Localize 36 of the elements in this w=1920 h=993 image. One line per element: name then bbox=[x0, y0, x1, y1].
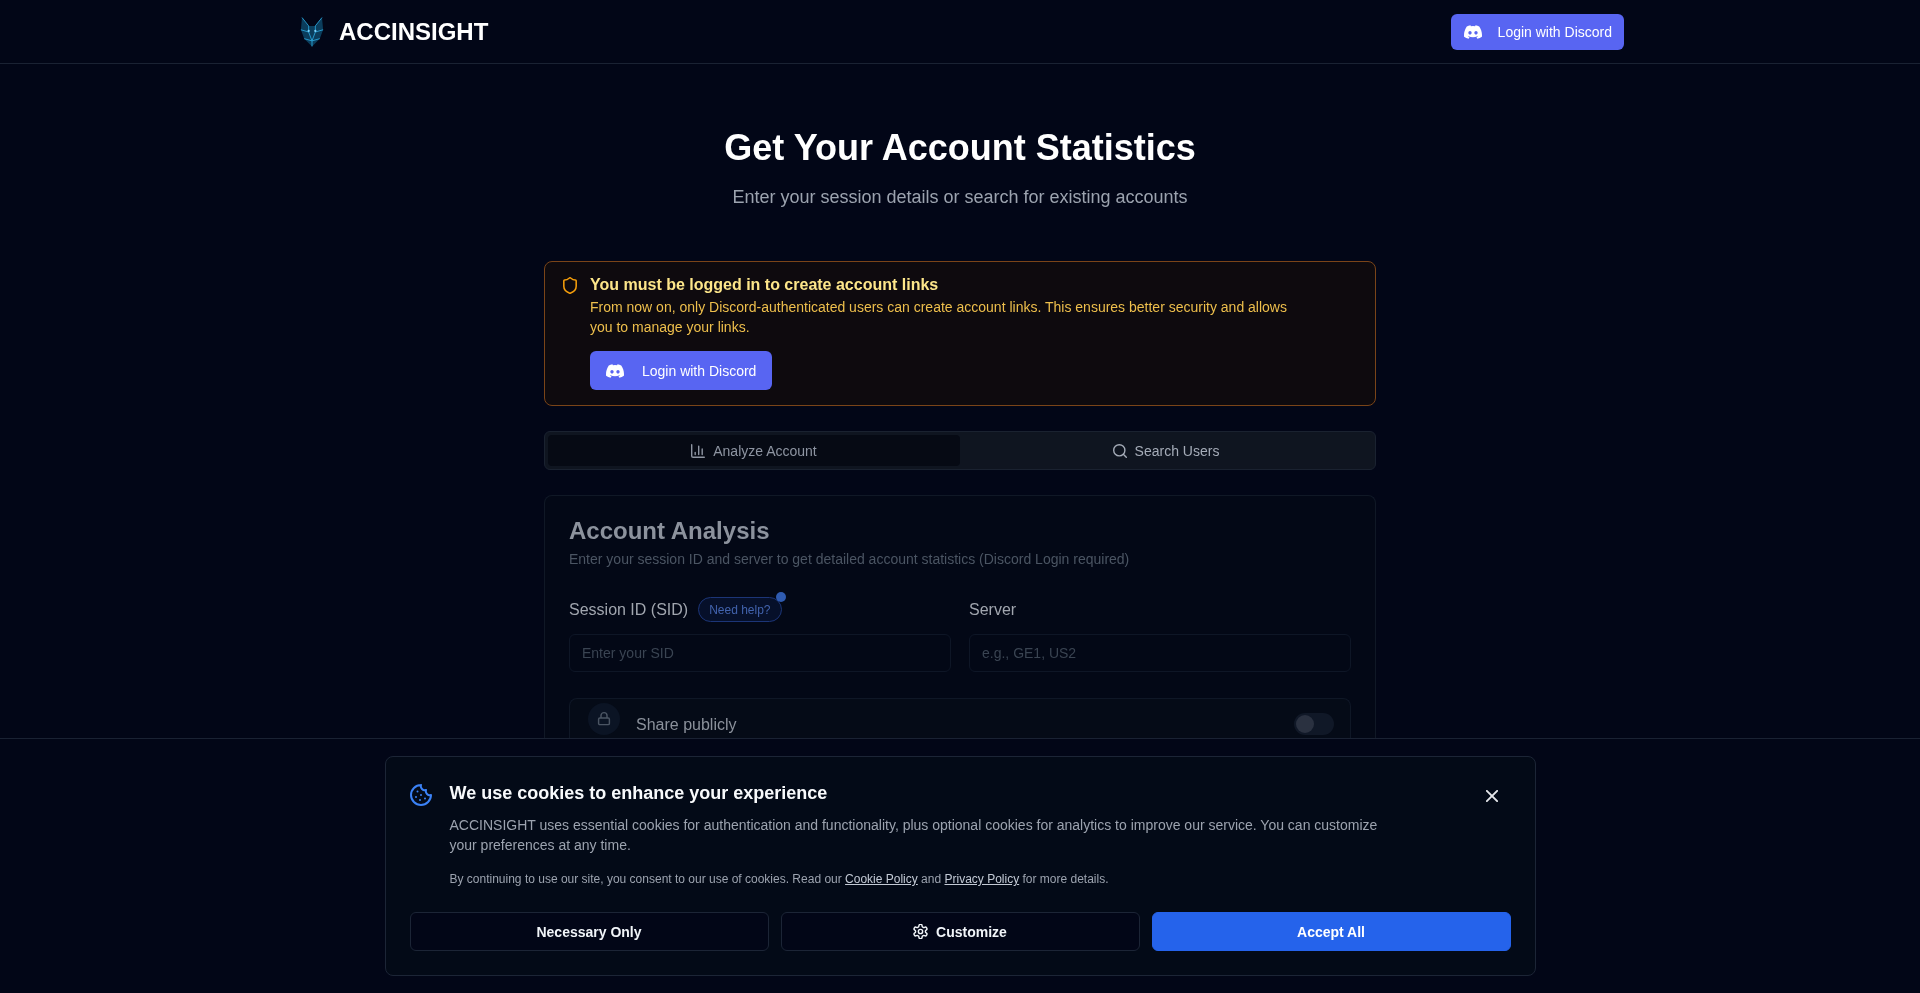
search-icon bbox=[1112, 443, 1127, 458]
card-description: Enter your session ID and server to get detailed account statistics (Discord Login required) bbox=[569, 550, 1131, 569]
shield-icon bbox=[563, 277, 577, 294]
lock-icon bbox=[588, 703, 620, 735]
customize-button[interactable]: Customize bbox=[780, 912, 1140, 951]
notification-dot-icon bbox=[775, 592, 786, 602]
bar-chart-icon bbox=[691, 443, 706, 458]
notice-title: You must be logged in to create account links bbox=[590, 275, 939, 295]
share-label: Share publicly bbox=[636, 715, 737, 735]
page-subtitle: Enter your session details or search for existing accounts bbox=[731, 186, 1189, 209]
accept-button[interactable]: Accept All bbox=[1151, 912, 1511, 951]
field-label: Session ID (SID) bbox=[569, 600, 689, 619]
consent-text: By continuing to use our site, you consent to our use of cookies. Read our Cookie Policy and Privacy Policy for more details. bbox=[449, 871, 1110, 887]
consent-option-button[interactable]: Necessary Only bbox=[409, 912, 769, 951]
policy-link[interactable]: Cookie Policy bbox=[845, 872, 918, 886]
page-title: Get Your Account Statistics bbox=[723, 128, 1197, 168]
cookie-icon bbox=[409, 784, 432, 806]
close-icon bbox=[1485, 790, 1498, 802]
tab[interactable]: Search Users bbox=[960, 435, 1372, 466]
discord-login-button[interactable]: Login with Discord bbox=[590, 351, 773, 390]
brand-name: ACCINSIGHT bbox=[339, 17, 489, 46]
cookie-title: We use cookies to enhance your experience bbox=[449, 782, 829, 805]
notice-message: From now on, only Discord-authenticated users can create account links. This ensures better security and allows you to manage your links. bbox=[590, 298, 1288, 337]
text-input-field[interactable]: Enter your SID bbox=[569, 634, 951, 672]
text-input-field[interactable]: e.g., GE1, US2 bbox=[969, 634, 1351, 672]
discord-login-button[interactable]: Login with Discord bbox=[1450, 13, 1624, 50]
card-title: Account Analysis bbox=[569, 516, 771, 546]
settings-icon bbox=[913, 924, 929, 939]
cookie-message: ACCINSIGHT uses essential cookies for authentication and functionality, plus optional cookies for analytics to improve our service. You can customize your preferences at any time. bbox=[449, 816, 1379, 855]
discord-icon bbox=[1463, 24, 1482, 39]
wolf-head-icon bbox=[300, 16, 324, 47]
discord-icon bbox=[606, 363, 624, 378]
field-label: Server bbox=[969, 600, 1017, 619]
tab[interactable]: Analyze Account bbox=[548, 435, 960, 466]
toggle-switch[interactable] bbox=[1294, 713, 1334, 735]
policy-link[interactable]: Privacy Policy bbox=[944, 872, 1020, 886]
